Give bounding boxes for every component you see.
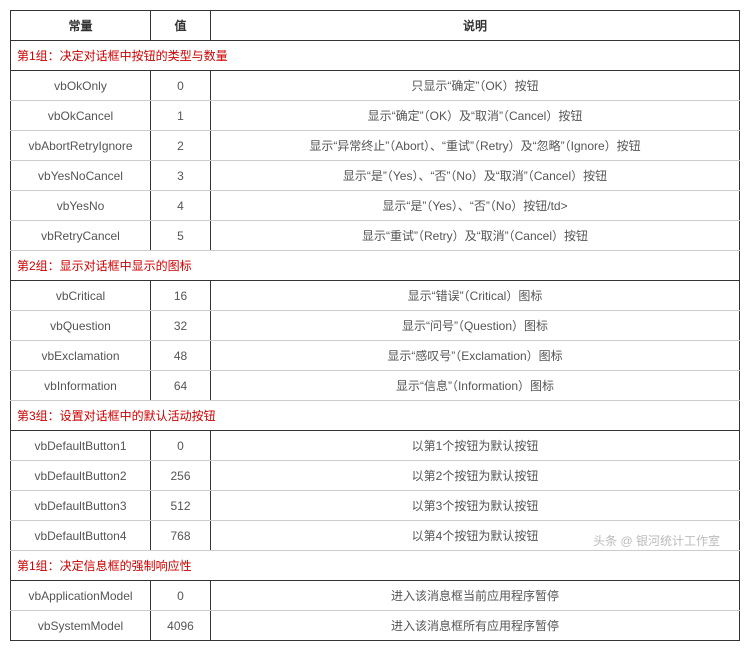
cell-desc: 只显示“确定”（OK）按钮: [211, 71, 740, 101]
group-title: 第3组：设置对话框中的默认活动按钮: [11, 401, 740, 431]
cell-value: 3: [151, 161, 211, 191]
cell-desc: 进入该消息框所有应用程序暂停: [211, 611, 740, 641]
cell-value: 16: [151, 281, 211, 311]
cell-desc: 以第3个按钮为默认按钮: [211, 491, 740, 521]
table-row: vbDefaultButton10以第1个按钮为默认按钮: [11, 431, 740, 461]
cell-const: vbQuestion: [11, 311, 151, 341]
cell-const: vbInformation: [11, 371, 151, 401]
cell-desc: 显示“异常终止”（Abort）、“重试”（Retry）及“忽略”（Ignore）…: [211, 131, 740, 161]
cell-const: vbSystemModel: [11, 611, 151, 641]
table-row: vbCritical16显示“错误”（Critical）图标: [11, 281, 740, 311]
group-title: 第1组：决定对话框中按钮的类型与数量: [11, 41, 740, 71]
header-desc: 说明: [211, 11, 740, 41]
table-row: vbDefaultButton2256以第2个按钮为默认按钮: [11, 461, 740, 491]
cell-const: vbApplicationModel: [11, 581, 151, 611]
table-row: vbApplicationModel0进入该消息框当前应用程序暂停: [11, 581, 740, 611]
cell-desc: 以第1个按钮为默认按钮: [211, 431, 740, 461]
cell-desc: 显示“感叹号”（Exclamation）图标: [211, 341, 740, 371]
cell-const: vbOkOnly: [11, 71, 151, 101]
cell-const: vbCritical: [11, 281, 151, 311]
cell-const: vbDefaultButton3: [11, 491, 151, 521]
cell-const: vbOkCancel: [11, 101, 151, 131]
table-row: vbYesNo4显示“是”（Yes）、“否”（No）按钮/td>: [11, 191, 740, 221]
table-row: vbOkCancel1显示“确定”（OK）及“取消”（Cancel）按钮: [11, 101, 740, 131]
group-header: 第3组：设置对话框中的默认活动按钮: [11, 401, 740, 431]
cell-const: vbRetryCancel: [11, 221, 151, 251]
cell-desc: 显示“问号”（Question）图标: [211, 311, 740, 341]
cell-value: 4: [151, 191, 211, 221]
cell-value: 2: [151, 131, 211, 161]
cell-value: 768: [151, 521, 211, 551]
cell-desc: 以第2个按钮为默认按钮: [211, 461, 740, 491]
group-header: 第1组：决定对话框中按钮的类型与数量: [11, 41, 740, 71]
table-row: vbDefaultButton4768以第4个按钮为默认按钮: [11, 521, 740, 551]
cell-desc: 显示“重试”（Retry）及“取消”（Cancel）按钮: [211, 221, 740, 251]
table-row: vbInformation64显示“信息”（Information）图标: [11, 371, 740, 401]
table-row: vbRetryCancel5显示“重试”（Retry）及“取消”（Cancel）…: [11, 221, 740, 251]
cell-value: 512: [151, 491, 211, 521]
cell-desc: 显示“错误”（Critical）图标: [211, 281, 740, 311]
cell-value: 4096: [151, 611, 211, 641]
table-row: vbAbortRetryIgnore2显示“异常终止”（Abort）、“重试”（…: [11, 131, 740, 161]
cell-value: 0: [151, 71, 211, 101]
cell-value: 1: [151, 101, 211, 131]
cell-value: 48: [151, 341, 211, 371]
table-row: vbQuestion32显示“问号”（Question）图标: [11, 311, 740, 341]
cell-value: 256: [151, 461, 211, 491]
cell-value: 0: [151, 581, 211, 611]
cell-desc: 显示“确定”（OK）及“取消”（Cancel）按钮: [211, 101, 740, 131]
cell-const: vbYesNo: [11, 191, 151, 221]
header-value: 值: [151, 11, 211, 41]
cell-desc: 以第4个按钮为默认按钮: [211, 521, 740, 551]
cell-desc: 进入该消息框当前应用程序暂停: [211, 581, 740, 611]
group-title: 第1组：决定信息框的强制响应性: [11, 551, 740, 581]
cell-const: vbYesNoCancel: [11, 161, 151, 191]
cell-desc: 显示“信息”（Information）图标: [211, 371, 740, 401]
table-header-row: 常量 值 说明: [11, 11, 740, 41]
cell-const: vbDefaultButton2: [11, 461, 151, 491]
table-row: vbOkOnly0只显示“确定”（OK）按钮: [11, 71, 740, 101]
group-header: 第2组：显示对话框中显示的图标: [11, 251, 740, 281]
table-row: vbYesNoCancel3显示“是”（Yes）、“否”（No）及“取消”（Ca…: [11, 161, 740, 191]
group-title: 第2组：显示对话框中显示的图标: [11, 251, 740, 281]
table-row: vbDefaultButton3512以第3个按钮为默认按钮: [11, 491, 740, 521]
cell-const: vbDefaultButton1: [11, 431, 151, 461]
constants-table: 常量 值 说明 第1组：决定对话框中按钮的类型与数量vbOkOnly0只显示“确…: [10, 10, 740, 641]
cell-const: vbAbortRetryIgnore: [11, 131, 151, 161]
table-row: vbExclamation48显示“感叹号”（Exclamation）图标: [11, 341, 740, 371]
cell-value: 32: [151, 311, 211, 341]
group-header: 第1组：决定信息框的强制响应性: [11, 551, 740, 581]
cell-const: vbDefaultButton4: [11, 521, 151, 551]
cell-value: 64: [151, 371, 211, 401]
cell-const: vbExclamation: [11, 341, 151, 371]
cell-value: 5: [151, 221, 211, 251]
header-const: 常量: [11, 11, 151, 41]
table-row: vbSystemModel4096进入该消息框所有应用程序暂停: [11, 611, 740, 641]
cell-desc: 显示“是”（Yes）、“否”（No）按钮/td>: [211, 191, 740, 221]
cell-value: 0: [151, 431, 211, 461]
cell-desc: 显示“是”（Yes）、“否”（No）及“取消”（Cancel）按钮: [211, 161, 740, 191]
